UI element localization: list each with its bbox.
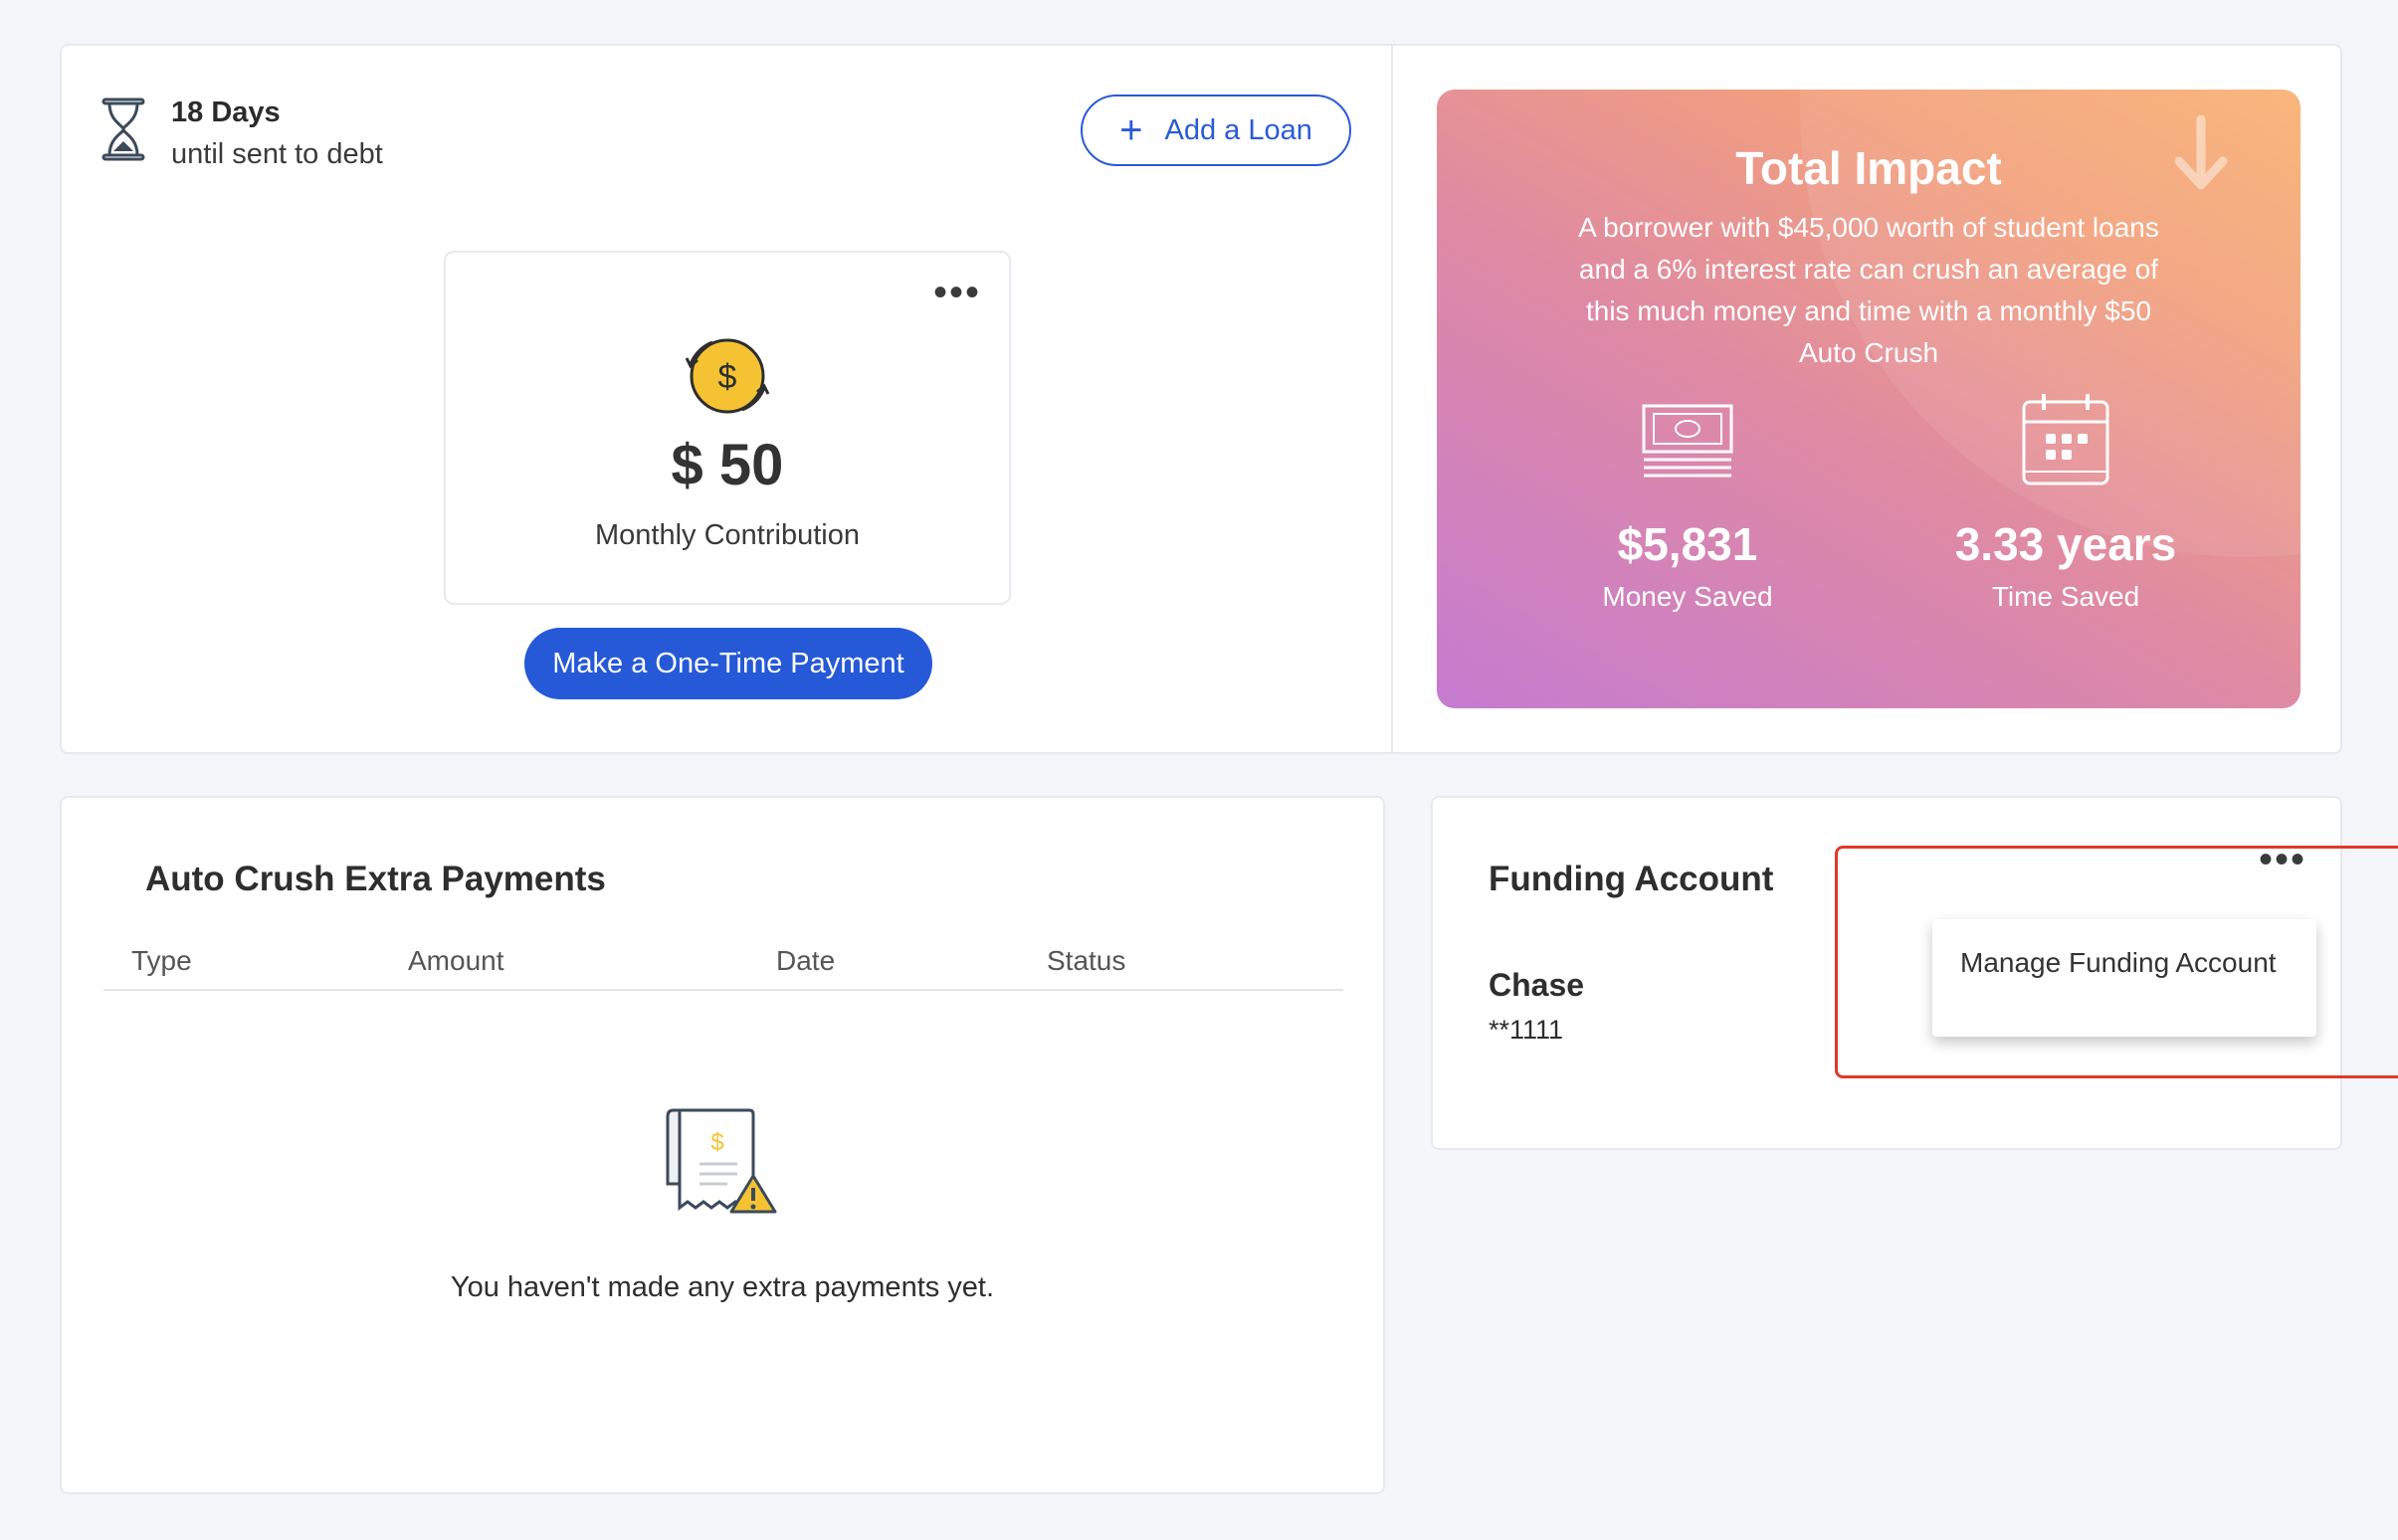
money-saved-value: $5,831 (1617, 518, 1758, 570)
impact-description: A borrower with $45,000 worth of student… (1578, 212, 2159, 368)
contribution-amount: $ 50 (671, 433, 784, 497)
plus-icon: + (1119, 108, 1143, 152)
receipt-warning-icon: $ (666, 1108, 777, 1214)
days-remaining: 18 Days (171, 96, 281, 128)
extra-payments-card: Auto Crush Extra Payments Type Amount Da… (60, 796, 1385, 1494)
account-number: **1111 (1489, 1015, 1564, 1045)
more-dots-icon[interactable]: ••• (2259, 840, 2306, 879)
time-saved-stat: 3.33 years Time Saved (1916, 392, 2215, 613)
hourglass-icon (101, 97, 145, 161)
money-saved-stat: $5,831 Money Saved (1538, 392, 1837, 613)
money-saved-label: Money Saved (1602, 581, 1773, 612)
payments-table-header: Type Amount Date Status (103, 945, 1343, 991)
add-loan-button[interactable]: + Add a Loan (1081, 95, 1351, 166)
extra-payments-title: Auto Crush Extra Payments (145, 860, 606, 898)
recurring-dollar-coin-icon: $ (685, 338, 770, 414)
one-time-payment-button[interactable]: Make a One-Time Payment (524, 628, 932, 699)
add-loan-label: Add a Loan (1164, 113, 1312, 146)
monthly-contribution-card: ••• $ $ 50 Monthly Contribution (444, 251, 1011, 605)
empty-payments-message: You haven't made any extra payments yet. (450, 1271, 995, 1303)
total-impact-panel: Total Impact A borrower with $45,000 wor… (1437, 90, 2300, 708)
overview-card: 18 Days until sent to debt + Add a Loan … (60, 44, 2342, 754)
svg-text:$: $ (718, 358, 737, 396)
time-saved-label: Time Saved (1991, 581, 2140, 612)
svg-text:$: $ (710, 1129, 723, 1156)
column-header-type: Type (131, 945, 192, 976)
time-saved-value: 3.33 years (1954, 518, 2177, 570)
funding-options-menu: Manage Funding Account (1932, 919, 2316, 1037)
contribution-label: Monthly Contribution (595, 519, 860, 551)
debt-countdown: 18 Days until sent to debt (101, 92, 383, 175)
column-header-amount: Amount (408, 945, 504, 976)
calendar-icon (2022, 394, 2109, 485)
manage-funding-account-menu-item[interactable]: Manage Funding Account (1960, 947, 2277, 979)
column-header-status: Status (1047, 945, 1126, 976)
funding-account-title: Funding Account (1489, 860, 1774, 898)
impact-title: Total Impact (1735, 142, 2002, 194)
column-header-date: Date (776, 945, 836, 976)
more-dots-icon[interactable]: ••• (933, 273, 981, 312)
days-remaining-caption: until sent to debt (171, 138, 383, 170)
cash-stack-icon (1642, 404, 1733, 478)
card-divider (1391, 46, 1393, 752)
bank-name: Chase (1489, 967, 1585, 1003)
